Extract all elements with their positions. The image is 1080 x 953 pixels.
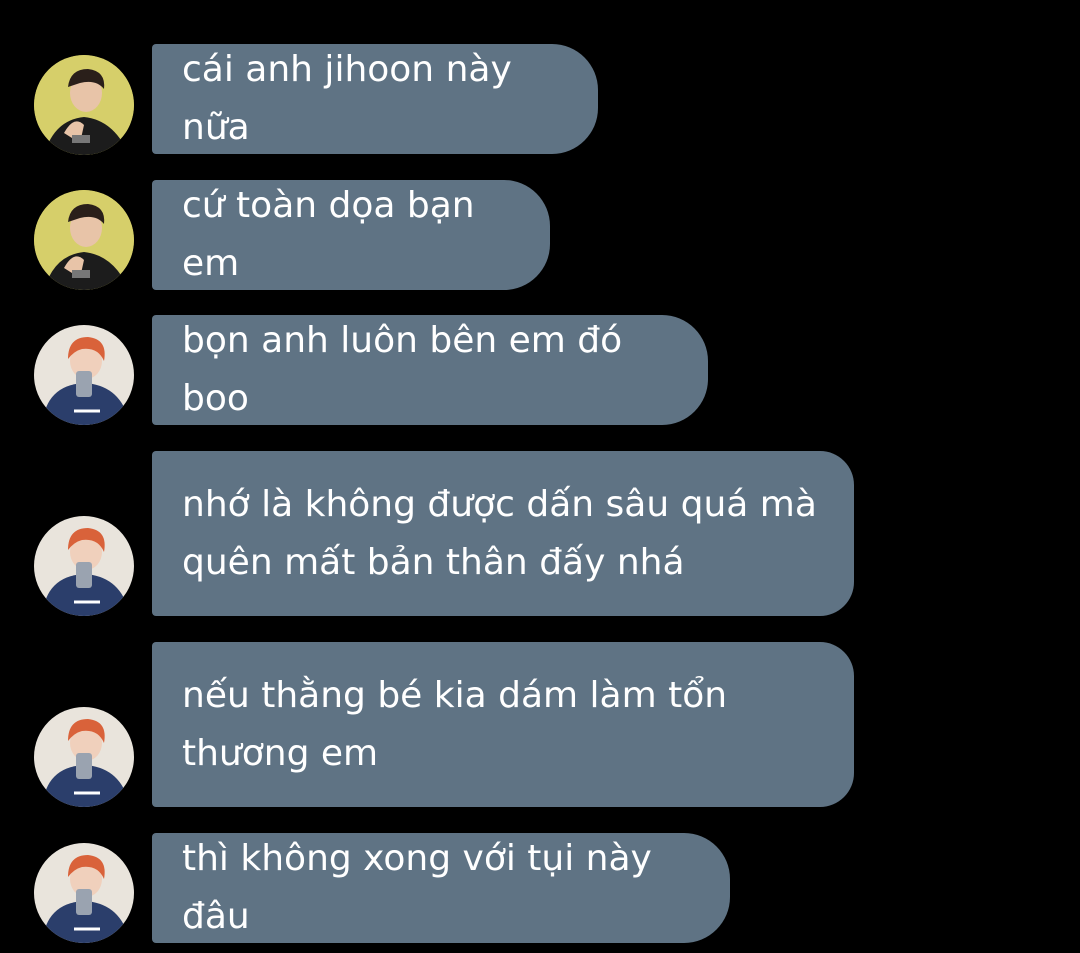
avatar-jihoon[interactable] bbox=[34, 55, 134, 155]
avatar-redhair-image bbox=[34, 843, 134, 943]
message-text: thì không xong với tụi này đâu bbox=[182, 838, 652, 937]
message-text: nếu thằng bé kia dám làm tổn thương em bbox=[182, 674, 728, 774]
avatar-redhair[interactable] bbox=[34, 707, 134, 807]
message-bubble: nếu thằng bé kia dám làm tổn thương em bbox=[152, 642, 854, 807]
avatar-redhair[interactable] bbox=[34, 325, 134, 425]
message-bubble: nhớ là không được dấn sâu quá mà quên mấ… bbox=[152, 451, 854, 616]
avatar-redhair-image bbox=[34, 325, 134, 425]
avatar-redhair-image bbox=[34, 707, 134, 807]
avatar-jihoon-image bbox=[34, 190, 134, 290]
message-text: bọn anh luôn bên em đó boo bbox=[182, 320, 623, 419]
message-bubble: bọn anh luôn bên em đó boo bbox=[152, 315, 708, 425]
message-text: cứ toàn dọa bạn em bbox=[182, 185, 475, 284]
message-text: cái anh jihoon này nữa bbox=[182, 49, 512, 148]
message-bubble: cứ toàn dọa bạn em bbox=[152, 180, 550, 290]
avatar-redhair[interactable] bbox=[34, 516, 134, 616]
chat-thread: cái anh jihoon này nữa cứ toàn dọa bạn e… bbox=[0, 0, 1080, 953]
avatar-jihoon[interactable] bbox=[34, 190, 134, 290]
message-text: nhớ là không được dấn sâu quá mà quên mấ… bbox=[182, 483, 817, 583]
message-bubble: thì không xong với tụi này đâu bbox=[152, 833, 730, 943]
avatar-jihoon-image bbox=[34, 55, 134, 155]
avatar-redhair-image bbox=[34, 516, 134, 616]
message-bubble: cái anh jihoon này nữa bbox=[152, 44, 598, 154]
avatar-redhair[interactable] bbox=[34, 843, 134, 943]
